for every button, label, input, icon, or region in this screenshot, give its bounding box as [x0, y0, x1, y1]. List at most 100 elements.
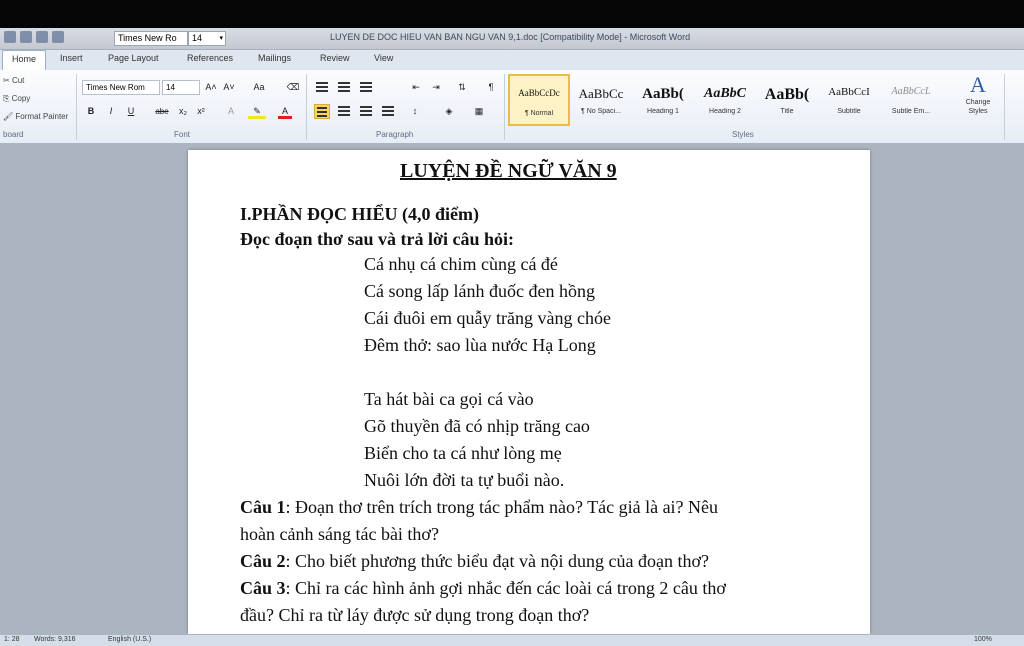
style-sample: AaBb( — [764, 86, 810, 103]
format-painter-button[interactable]: 🖌 Format Painter — [3, 112, 68, 121]
clear-formatting-icon[interactable]: ⌫ — [286, 80, 300, 95]
change-styles-button[interactable]: A Change Styles — [956, 72, 1000, 116]
style-sample: AaBbCcDc — [518, 88, 560, 98]
borders-icon[interactable]: ▦ — [470, 104, 488, 119]
cut-button[interactable]: ✂ Cut — [3, 76, 24, 85]
style-name: Heading 1 — [647, 108, 679, 115]
align-center-button[interactable] — [336, 104, 352, 119]
group-divider — [76, 74, 77, 140]
multilevel-list-icon[interactable] — [358, 80, 374, 95]
question-1: Câu 1: Đoạn thơ trên trích trong tác phẩ… — [240, 497, 718, 518]
redo-icon[interactable] — [52, 31, 64, 43]
question-label: Câu 2 — [240, 551, 286, 571]
qat-font-name: Times New Ro — [118, 33, 177, 43]
language-indicator[interactable]: English (U.S.) — [108, 636, 151, 643]
copy-label: Copy — [11, 94, 31, 103]
poem-line: Biển cho ta cá như lòng mẹ — [364, 443, 562, 463]
qat-font-size-box[interactable]: 14 ▾ — [188, 31, 226, 46]
subscript-button[interactable]: x₂ — [176, 104, 190, 119]
copy-button[interactable]: ⎘ Copy — [3, 94, 30, 104]
style-name: Title — [780, 108, 794, 115]
question-label: Câu 1 — [240, 497, 286, 517]
question-3-continued: đầu? Chỉ ra từ láy được sử dụng trong đo… — [240, 605, 590, 625]
question-1-continued: hoàn cảnh sáng tác bài thơ? — [240, 524, 439, 544]
tab-references[interactable]: References — [187, 53, 233, 63]
question-label: Câu 3 — [240, 578, 286, 598]
question-text: : Chỉ ra các hình ảnh gợi nhắc đến các l… — [285, 578, 726, 598]
font-name-box[interactable]: Times New Rom — [82, 80, 160, 95]
document-area: LUYỆN ĐỀ NGỮ VĂN 9 I.PHẦN ĐỌC HIỂU (4,0 … — [0, 144, 1024, 634]
tab-review[interactable]: Review — [320, 53, 350, 63]
style-name: Subtle Em... — [891, 108, 931, 115]
question-3: Câu 3: Chỉ ra các hình ảnh gợi nhắc đến … — [240, 578, 726, 599]
style-heading-2[interactable]: AaBbC Heading 2 — [694, 74, 756, 126]
poem-line: Đêm thở: sao lùa nước Hạ Long — [364, 335, 596, 355]
text-effects-icon[interactable]: A — [224, 104, 238, 119]
style-name: Heading 2 — [709, 108, 741, 115]
font-group-label: Font — [174, 130, 191, 139]
ribbon-tabs: Home Insert Page Layout References Maili… — [0, 50, 1024, 70]
qat-font-size: 14 — [192, 33, 203, 43]
ribbon: ✂ Cut ⎘ Copy 🖌 Format Painter board Time… — [0, 70, 1024, 144]
font-color-icon[interactable]: A — [278, 104, 292, 119]
underline-button[interactable]: U — [124, 104, 138, 119]
style-name: Subtitle — [837, 108, 861, 115]
page-indicator[interactable]: 1: 28 — [4, 636, 20, 643]
question-text: : Cho biết phương thức biểu đạt và nội d… — [285, 551, 709, 571]
increase-indent-icon[interactable]: ⇥ — [428, 80, 444, 95]
change-case-button[interactable]: Aa — [250, 80, 268, 95]
poem-line: Ta hát bài ca gọi cá vào — [364, 389, 534, 409]
qat-font-name-box[interactable]: Times New Ro — [114, 31, 188, 46]
style-subtle-emphasis[interactable]: AaBbCcL Subtle Em... — [880, 74, 942, 126]
chevron-down-icon: ▾ — [219, 35, 223, 42]
decrease-indent-icon[interactable]: ⇤ — [408, 80, 424, 95]
justify-button[interactable] — [380, 104, 396, 119]
superscript-button[interactable]: x² — [194, 104, 208, 119]
group-divider — [306, 74, 307, 140]
save-icon[interactable] — [20, 31, 32, 43]
tab-mailings[interactable]: Mailings — [258, 53, 291, 63]
style-normal[interactable]: AaBbCcDc ¶ Normal — [508, 74, 570, 126]
style-title[interactable]: AaBb( Title — [756, 74, 818, 126]
strikethrough-button[interactable]: abe — [152, 104, 172, 119]
question-2: Câu 2: Cho biết phương thức biểu đạt và … — [240, 551, 709, 572]
word-icon[interactable] — [4, 31, 16, 43]
font-name-value: Times New Rom — [86, 83, 145, 92]
style-heading-1[interactable]: AaBb( Heading 1 — [632, 74, 694, 126]
align-left-button[interactable] — [314, 104, 330, 119]
shading-icon[interactable]: ◈ — [440, 104, 458, 119]
cut-label: Cut — [11, 76, 25, 85]
document-page[interactable]: LUYỆN ĐỀ NGỮ VĂN 9 I.PHẦN ĐỌC HIỂU (4,0 … — [188, 150, 870, 634]
style-sample: AaBbCcI — [828, 86, 870, 98]
align-right-button[interactable] — [358, 104, 374, 119]
shrink-font-button[interactable]: A˅ — [222, 80, 236, 95]
document-title: LUYỆN ĐỀ NGỮ VĂN 9 — [400, 160, 617, 182]
font-size-box[interactable]: 14 — [162, 80, 200, 95]
zoom-level[interactable]: 100% — [974, 636, 992, 643]
style-sample: AaBbCcL — [891, 86, 931, 97]
tab-page-layout[interactable]: Page Layout — [108, 53, 159, 63]
sort-icon[interactable]: ⇅ — [454, 80, 470, 95]
show-marks-icon[interactable]: ¶ — [484, 80, 498, 95]
line-spacing-icon[interactable]: ↕ — [406, 104, 424, 119]
highlight-icon[interactable]: ✎ — [248, 104, 266, 119]
italic-button[interactable]: I — [104, 104, 118, 119]
tab-home[interactable]: Home — [2, 50, 47, 70]
change-styles-label: Change Styles — [965, 99, 991, 115]
style-name: ¶ No Spaci... — [581, 108, 621, 115]
style-no-spacing[interactable]: AaBbCc ¶ No Spaci... — [570, 74, 632, 126]
numbering-icon[interactable] — [336, 80, 352, 95]
poem-line: Nuôi lớn đời ta tự buổi nào. — [364, 470, 565, 490]
undo-icon[interactable] — [36, 31, 48, 43]
tab-insert[interactable]: Insert — [60, 53, 83, 63]
bold-button[interactable]: B — [84, 104, 98, 119]
word-count[interactable]: Words: 9,316 — [34, 636, 76, 643]
poem-line: Cá nhụ cá chim cùng cá đé — [364, 254, 558, 274]
bullets-icon[interactable] — [314, 80, 330, 95]
clipboard-group-label: board — [3, 130, 24, 139]
paragraph-group-label: Paragraph — [376, 130, 414, 139]
style-subtitle[interactable]: AaBbCcI Subtitle — [818, 74, 880, 126]
grow-font-button[interactable]: A˄ — [204, 80, 218, 95]
tab-view[interactable]: View — [374, 53, 393, 63]
style-sample: AaBb( — [642, 86, 684, 102]
